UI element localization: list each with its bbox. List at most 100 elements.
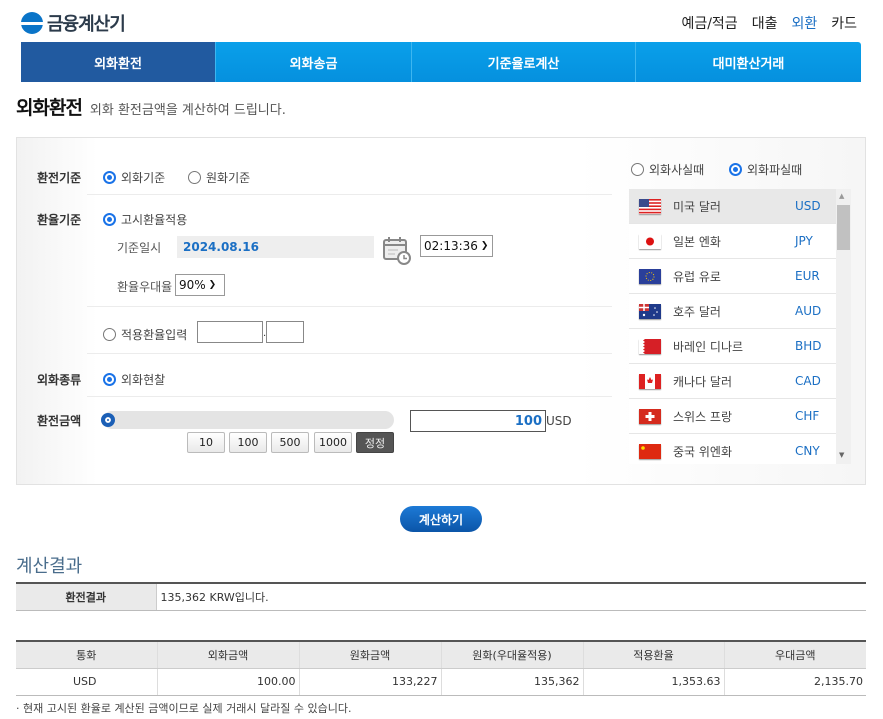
- currency-code: AUD: [795, 304, 822, 318]
- tab-exchange[interactable]: 외화환전: [21, 42, 215, 82]
- scrollbar-thumb[interactable]: [837, 205, 850, 250]
- scroll-down-arrow-icon[interactable]: ▼: [839, 451, 844, 459]
- currency-item-cad[interactable]: 캐나다 달러 CAD: [629, 364, 851, 399]
- page-subtitle: 외화 환전금액을 계산하여 드립니다.: [89, 103, 286, 118]
- radio-checked-icon: [729, 163, 742, 176]
- exchange-basis-label: 환전기준: [37, 171, 82, 185]
- radio-label: 외화현찰: [121, 373, 166, 387]
- bahrain-flag-icon: [639, 338, 661, 354]
- cell-foreign-amount: 100.00: [157, 668, 300, 696]
- topnav-deposit[interactable]: 예금/적금: [681, 13, 737, 33]
- column-header: 원화(우대율적용): [441, 641, 584, 669]
- divider: [87, 306, 612, 307]
- logo-text: 금융계산기: [47, 14, 126, 35]
- radio-foreign-basis[interactable]: 외화기준: [103, 169, 165, 186]
- tab-base-rate[interactable]: 기준율로계산: [411, 42, 635, 82]
- amount-slider-track[interactable]: [103, 411, 394, 429]
- page-title-text: 외화환전: [16, 97, 83, 119]
- base-date-label: 기준일시: [117, 241, 162, 255]
- currency-item-chf[interactable]: 스위스 프랑 CHF: [629, 399, 851, 434]
- currency-item-bhd[interactable]: 바레인 디나르 BHD: [629, 329, 851, 364]
- currency-code: USD: [795, 199, 821, 213]
- tab-remittance[interactable]: 외화송금: [215, 42, 411, 82]
- amount-label: 환전금액: [37, 414, 82, 428]
- radio-label: 고시환율적용: [121, 213, 188, 227]
- cell-krw-preferential: 135,362: [441, 668, 584, 696]
- radio-label: 원화기준: [206, 171, 251, 185]
- japan-flag-icon: [639, 233, 661, 249]
- time-select[interactable]: 02:13:36 ❯: [420, 235, 493, 257]
- radio-label: 적용환율입력: [121, 328, 188, 342]
- summary-label: 환전결과: [16, 583, 157, 611]
- currency-item-aud[interactable]: 호주 달러 AUD: [629, 294, 851, 329]
- radio-checked-icon: [103, 213, 116, 226]
- tab-bar: 외화환전 외화송금 기준율로계산 대미환산거래: [21, 42, 861, 82]
- currency-name: 유럽 유로: [673, 269, 721, 284]
- currency-code: EUR: [795, 269, 820, 283]
- divider: [87, 396, 612, 397]
- amount-slider-handle[interactable]: [101, 413, 115, 427]
- currency-item-usd[interactable]: 미국 달러 USD: [629, 189, 851, 224]
- radio-manual-rate[interactable]: 적용환율입력: [103, 326, 187, 343]
- scroll-up-arrow-icon[interactable]: ▲: [839, 192, 844, 200]
- column-header: 적용환율: [583, 641, 725, 669]
- tab-usd-conversion[interactable]: 대미환산거래: [635, 42, 861, 82]
- pref-rate-select[interactable]: 90% ❯: [175, 274, 225, 296]
- currency-code: CNY: [795, 444, 820, 458]
- correct-button[interactable]: 정정: [356, 432, 394, 453]
- base-date-field[interactable]: 2024.08.16: [177, 236, 374, 258]
- radio-unchecked-icon: [631, 163, 644, 176]
- australia-flag-icon: [639, 303, 661, 319]
- topnav-loan[interactable]: 대출: [752, 13, 778, 33]
- table-header-row: 통화 외화금액 원화금액 원화(우대율적용) 적용환율 우대금액: [16, 641, 866, 669]
- radio-label: 외화사실때: [649, 163, 705, 177]
- currency-item-cny[interactable]: 중국 위엔화 CNY: [629, 434, 851, 464]
- topnav-forex[interactable]: 외환: [791, 13, 817, 33]
- currency-list: 미국 달러 USD 일본 엔화 JPY 유럽 유로 EUR 호주 달러 AUD 바레인 …: [629, 189, 851, 464]
- quick-add-1000[interactable]: 1000: [314, 432, 352, 453]
- amount-input[interactable]: 100: [410, 410, 546, 432]
- currency-name: 캐나다 달러: [673, 374, 733, 389]
- quick-add-500[interactable]: 500: [271, 432, 309, 453]
- chevron-down-icon: ❯: [208, 280, 217, 290]
- cell-krw-amount: 133,227: [299, 668, 442, 696]
- radio-cash[interactable]: 외화현찰: [103, 371, 165, 388]
- currency-name: 일본 엔화: [673, 234, 721, 249]
- amount-unit: USD: [546, 414, 572, 428]
- column-header: 우대금액: [724, 641, 866, 669]
- currency-type-label: 외화종류: [37, 373, 82, 387]
- quick-add-100[interactable]: 100: [229, 432, 267, 453]
- currency-name: 중국 위엔화: [673, 444, 733, 459]
- calendar-clock-icon[interactable]: [383, 236, 412, 265]
- radio-sell-foreign[interactable]: 외화파실때: [729, 161, 802, 178]
- currency-name: 스위스 프랑: [673, 409, 733, 424]
- logo-icon: [21, 12, 43, 34]
- currency-code: CHF: [795, 409, 820, 423]
- summary-value: 135,362 KRW입니다.: [156, 583, 866, 611]
- logo[interactable]: 금융계산기: [21, 10, 126, 36]
- radio-checked-icon: [103, 373, 116, 386]
- radio-buy-foreign[interactable]: 외화사실때: [631, 161, 704, 178]
- manual-rate-integer-input[interactable]: [197, 321, 263, 343]
- radio-notice-rate[interactable]: 고시환율적용: [103, 211, 187, 228]
- radio-krw-basis[interactable]: 원화기준: [188, 169, 250, 186]
- eu-flag-icon: [639, 268, 661, 284]
- radio-label: 외화파실때: [747, 163, 803, 177]
- cell-currency: USD: [16, 668, 158, 696]
- currency-item-jpy[interactable]: 일본 엔화 JPY: [629, 224, 851, 259]
- swiss-flag-icon: [639, 408, 661, 424]
- pref-rate-value: 90%: [179, 278, 206, 292]
- manual-rate-decimal-input[interactable]: [266, 321, 304, 343]
- calculate-button[interactable]: 계산하기: [400, 506, 482, 532]
- cell-applied-rate: 1,353.63: [583, 668, 725, 696]
- rate-basis-label: 환율기준: [37, 213, 82, 227]
- currency-code: JPY: [795, 234, 813, 248]
- quick-add-10[interactable]: 10: [187, 432, 225, 453]
- radio-unchecked-icon: [188, 171, 201, 184]
- radio-unchecked-icon: [103, 328, 116, 341]
- radio-checked-icon: [103, 171, 116, 184]
- topnav-card[interactable]: 카드: [831, 13, 857, 33]
- table-row: USD 100.00 133,227 135,362 1,353.63 2,13…: [16, 668, 866, 696]
- china-flag-icon: [639, 443, 661, 459]
- currency-item-eur[interactable]: 유럽 유로 EUR: [629, 259, 851, 294]
